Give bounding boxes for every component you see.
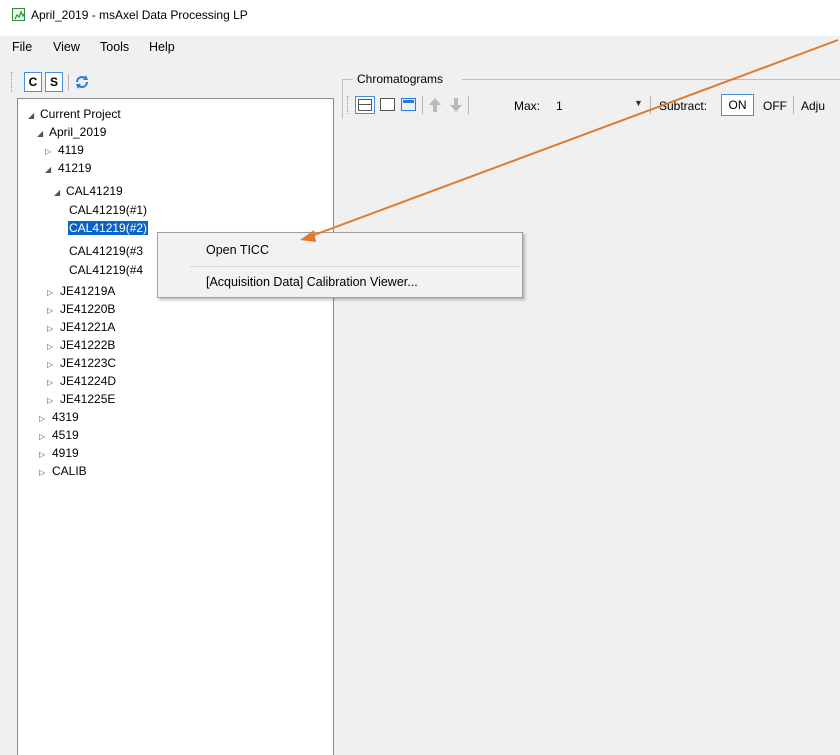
- menu-view[interactable]: View: [53, 40, 80, 54]
- tree-node-calib[interactable]: CALIB: [52, 464, 87, 478]
- tree-node-cal41219-4[interactable]: CAL41219(#4: [69, 263, 143, 277]
- table-view-icon[interactable]: [401, 98, 416, 111]
- collapsed-arrow-icon[interactable]: ▷: [47, 360, 53, 369]
- expanded-arrow-icon[interactable]: ◢: [28, 111, 34, 120]
- arrow-down-icon[interactable]: [449, 96, 463, 114]
- toolbar-grip: [347, 96, 351, 114]
- refresh-icon[interactable]: [73, 73, 91, 91]
- c-button[interactable]: C: [24, 72, 42, 92]
- tree-node-41219[interactable]: 41219: [58, 161, 91, 175]
- left-toolbar-grip: [11, 72, 15, 92]
- panel-splitter[interactable]: [334, 62, 342, 755]
- expanded-arrow-icon[interactable]: ◢: [37, 129, 43, 138]
- collapsed-arrow-icon[interactable]: ▷: [39, 432, 45, 441]
- project-tree-panel[interactable]: [17, 98, 334, 755]
- collapsed-arrow-icon[interactable]: ▷: [39, 450, 45, 459]
- collapsed-arrow-icon[interactable]: ▷: [45, 147, 51, 156]
- tree-node-cal41219[interactable]: CAL41219: [66, 184, 123, 198]
- tree-node-je41223c[interactable]: JE41223C: [60, 356, 116, 370]
- tree-node-je41220b[interactable]: JE41220B: [60, 302, 115, 316]
- tree-node-current-project[interactable]: Current Project: [40, 107, 121, 121]
- toolbar-separator: [422, 96, 423, 114]
- single-view-icon[interactable]: [380, 98, 395, 111]
- chevron-down-icon[interactable]: ▼: [634, 98, 643, 108]
- menu-help[interactable]: Help: [149, 40, 175, 54]
- menu-item-calibration-viewer[interactable]: [Acquisition Data] Calibration Viewer...: [206, 275, 418, 289]
- tree-node-cal41219-1[interactable]: CAL41219(#1): [69, 203, 147, 217]
- menu-item-open-ticc[interactable]: Open TICC: [206, 243, 269, 257]
- menu-tools[interactable]: Tools: [100, 40, 129, 54]
- menu-file[interactable]: File: [12, 40, 32, 54]
- window-title: April_2019 - msAxel Data Processing LP: [31, 8, 248, 22]
- group-border-top-right: [462, 79, 840, 80]
- collapsed-arrow-icon[interactable]: ▷: [47, 306, 53, 315]
- collapsed-arrow-icon[interactable]: ▷: [47, 342, 53, 351]
- tree-node-april-2019[interactable]: April_2019: [49, 125, 106, 139]
- collapsed-arrow-icon[interactable]: ▷: [47, 396, 53, 405]
- app-chart-icon: [12, 8, 25, 21]
- collapsed-arrow-icon[interactable]: ▷: [47, 378, 53, 387]
- arrow-up-icon[interactable]: [428, 96, 442, 114]
- tree-node-4319[interactable]: 4319: [52, 410, 79, 424]
- title-bar: April_2019 - msAxel Data Processing LP: [0, 0, 840, 30]
- subtract-label: Subtract:: [659, 99, 708, 113]
- tree-node-je41221a[interactable]: JE41221A: [60, 320, 115, 334]
- collapsed-arrow-icon[interactable]: ▷: [39, 414, 45, 423]
- adjust-button[interactable]: Adju: [801, 99, 825, 113]
- split-view-icon[interactable]: [355, 96, 375, 114]
- toolbar-separator: [68, 74, 69, 90]
- tree-node-je41225e[interactable]: JE41225E: [60, 392, 115, 406]
- toolbar-separator: [793, 96, 794, 114]
- context-menu: Open TICC [Acquisition Data] Calibration…: [157, 232, 523, 298]
- group-border-top-left: [342, 79, 353, 80]
- collapsed-arrow-icon[interactable]: ▷: [47, 288, 53, 297]
- s-button[interactable]: S: [45, 72, 63, 92]
- expanded-arrow-icon[interactable]: ◢: [54, 188, 60, 197]
- tree-node-je41222b[interactable]: JE41222B: [60, 338, 115, 352]
- tree-node-4119[interactable]: 4119: [58, 143, 84, 157]
- tree-node-je41219a[interactable]: JE41219A: [60, 284, 115, 298]
- tree-node-cal41219-2-selected[interactable]: CAL41219(#2): [68, 221, 149, 235]
- toolbar-separator: [650, 96, 651, 114]
- tree-node-4919[interactable]: 4919: [52, 446, 79, 460]
- subtract-on-button[interactable]: ON: [721, 94, 754, 116]
- collapsed-arrow-icon[interactable]: ▷: [39, 468, 45, 477]
- collapsed-arrow-icon[interactable]: ▷: [47, 324, 53, 333]
- max-value: 1: [556, 99, 563, 113]
- tree-node-cal41219-3[interactable]: CAL41219(#3: [69, 244, 143, 258]
- toolbar-separator: [468, 96, 469, 114]
- max-label: Max:: [514, 99, 541, 113]
- expanded-arrow-icon[interactable]: ◢: [45, 165, 51, 174]
- subtract-off-button[interactable]: OFF: [763, 99, 787, 113]
- max-dropdown[interactable]: 1: [556, 99, 563, 113]
- tree-node-4519[interactable]: 4519: [52, 428, 79, 442]
- tree-node-je41224d[interactable]: JE41224D: [60, 374, 116, 388]
- chromatograms-title: Chromatograms: [355, 72, 446, 86]
- menu-separator: [190, 266, 520, 267]
- chromatogram-display-area[interactable]: [342, 119, 840, 755]
